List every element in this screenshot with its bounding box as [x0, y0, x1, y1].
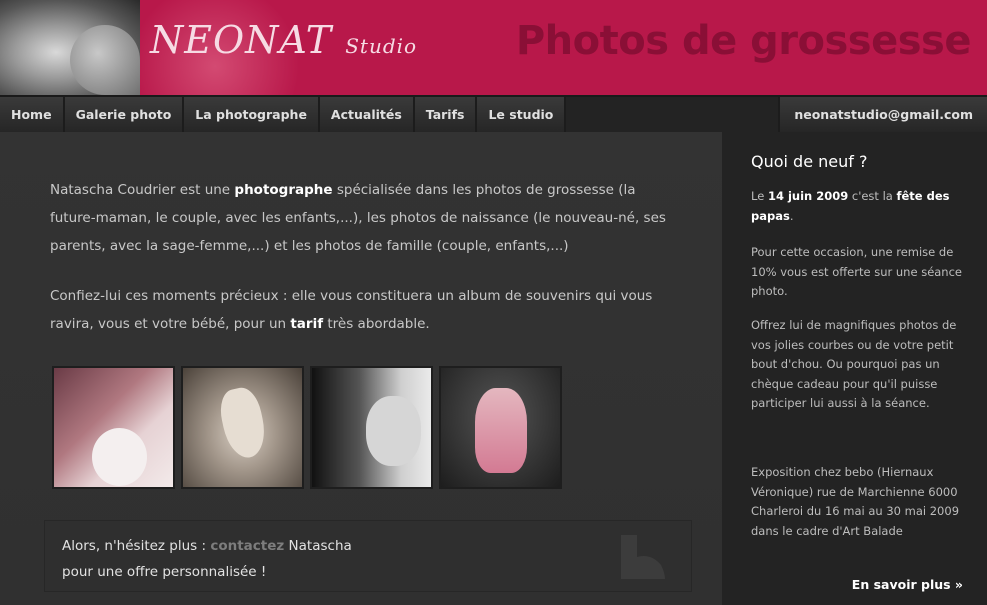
intro-paragraph-2: Confiez-lui ces moments précieux : elle …: [50, 282, 680, 338]
nav-le-studio[interactable]: Le studio: [477, 97, 567, 132]
contact-callout-text: Alors, n'hésitez plus : contactez Natasc…: [62, 533, 352, 585]
intro-p1-start: Natascha Coudrier est une: [50, 182, 235, 198]
nav-actualites[interactable]: Actualités: [319, 97, 415, 132]
main-nav: Home Galerie photo La photographe Actual…: [0, 95, 987, 132]
news-title: Quoi de neuf ?: [751, 152, 868, 171]
site-logo[interactable]: NEONAT Studio: [150, 18, 417, 62]
tarif-highlight: tarif: [290, 316, 324, 332]
news1-prefix: Le: [751, 189, 768, 203]
nav-la-photographe[interactable]: La photographe: [184, 97, 320, 132]
thumbnail-baby-foot-photo[interactable]: [181, 366, 304, 489]
news-item-gift: Offrez lui de magnifiques photos de vos …: [751, 318, 957, 410]
news-item-fathers-day: Le 14 juin 2009 c'est la fête des papas.: [751, 187, 966, 226]
page-tagline: Photos de grossesse: [515, 18, 972, 64]
photo-thumbnails: [52, 366, 562, 489]
thumbnail-pregnancy-photo[interactable]: [52, 366, 175, 489]
logo-sub: Studio: [345, 34, 418, 58]
intro-paragraph-1: Natascha Coudrier est une photographe sp…: [50, 176, 680, 260]
news-item-discount: Pour cette occasion, une remise de 10% v…: [751, 245, 962, 298]
header-baby-photo: [0, 0, 140, 95]
site-header: NEONAT Studio Photos de grossesse: [0, 0, 987, 95]
thumbnail-child-photo[interactable]: [439, 366, 562, 489]
contact-decor-icon: [621, 535, 665, 579]
read-more-link[interactable]: En savoir plus »: [852, 577, 963, 592]
cta-end: Natascha: [284, 538, 352, 554]
thumbnail-couple-photo[interactable]: [310, 366, 433, 489]
contact-link[interactable]: contactez: [210, 538, 284, 554]
nav-home[interactable]: Home: [0, 97, 65, 132]
nav-galerie-photo[interactable]: Galerie photo: [64, 97, 185, 132]
main-content: Natascha Coudrier est une photographe sp…: [0, 132, 722, 605]
intro-text: Natascha Coudrier est une photographe sp…: [50, 176, 680, 360]
logo-main: NEONAT: [150, 18, 333, 62]
news1-date: 14 juin 2009: [767, 189, 849, 203]
intro-p2-end: très abordable.: [323, 316, 430, 332]
contact-callout-line-1: Alors, n'hésitez plus : contactez Natasc…: [62, 533, 352, 559]
nav-tarifs[interactable]: Tarifs: [414, 97, 478, 132]
cta-start: Alors, n'hésitez plus :: [62, 538, 211, 554]
news-sidebar: Quoi de neuf ? Le 14 juin 2009 c'est la …: [722, 132, 987, 605]
nav-spacer: [566, 97, 779, 132]
nav-email-link[interactable]: neonatstudio@gmail.com: [778, 97, 987, 132]
photographe-highlight: photographe: [234, 182, 333, 198]
contact-callout-line-2: pour une offre personnalisée !: [62, 564, 267, 580]
news1-mid: c'est la: [848, 189, 897, 203]
news-item-exhibition: Exposition chez bebo (Hiernaux Véronique…: [751, 465, 960, 538]
news1-suffix: .: [789, 208, 794, 223]
contact-callout: Alors, n'hésitez plus : contactez Natasc…: [44, 520, 692, 592]
